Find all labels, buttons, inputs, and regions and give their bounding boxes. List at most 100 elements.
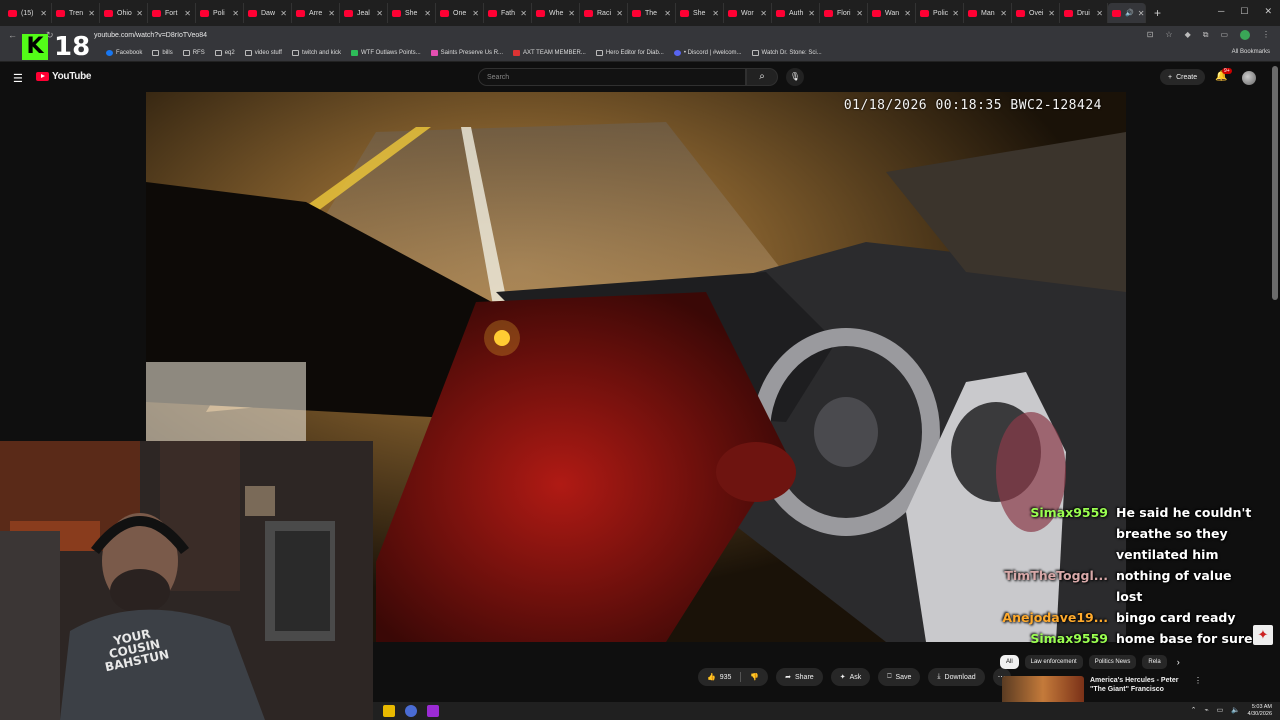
url-field[interactable]: youtube.com/watch?v=D8rIoTVeo84 xyxy=(88,32,207,39)
account-avatar[interactable] xyxy=(1242,71,1256,85)
bookmark-star-icon[interactable]: ☆ xyxy=(1165,30,1172,40)
browser-tab[interactable]: Tren ✕ xyxy=(52,3,100,23)
close-icon[interactable]: ✕ xyxy=(664,9,671,18)
browser-tab[interactable]: Jeal ✕ xyxy=(340,3,388,23)
browser-tab[interactable]: She ✕ xyxy=(676,3,724,23)
close-icon[interactable]: ✕ xyxy=(280,9,287,18)
voice-search-button[interactable]: 🎙 xyxy=(786,68,804,86)
browser-tab[interactable]: Flori ✕ xyxy=(820,3,868,23)
browser-tab[interactable]: Wan ✕ xyxy=(868,3,916,23)
close-icon[interactable]: ✕ xyxy=(856,9,863,18)
bookmark-item[interactable]: AXT TEAM MEMBER... xyxy=(513,49,586,56)
download-button[interactable]: ⤓ Download xyxy=(928,668,985,686)
like-button[interactable]: 👍 935 xyxy=(698,668,740,686)
browser-tab[interactable]: Wor ✕ xyxy=(724,3,772,23)
bookmark-folder[interactable]: eq2 xyxy=(214,49,235,56)
browser-tab[interactable]: Ohio ✕ xyxy=(100,3,148,23)
browser-tab[interactable]: Drui ✕ xyxy=(1060,3,1108,23)
profile-avatar[interactable] xyxy=(1240,30,1250,40)
chevron-up-icon[interactable]: ⌃ xyxy=(1191,706,1197,714)
new-tab-button[interactable]: + xyxy=(1146,6,1169,20)
chip-politics-news[interactable]: Politics News xyxy=(1088,655,1137,669)
bookmark-folder[interactable]: RFS xyxy=(182,49,205,56)
browser-tab-active[interactable]: 🔊 ✕ xyxy=(1108,3,1146,23)
speaker-icon[interactable]: 🔊 xyxy=(1125,9,1134,17)
bookmark-item[interactable]: WTF Outlaws Points... xyxy=(350,49,421,56)
browser-tab[interactable]: Whe ✕ xyxy=(532,3,580,23)
close-icon[interactable]: ✕ xyxy=(88,9,95,18)
close-icon[interactable]: ✕ xyxy=(184,9,191,18)
extension-icon[interactable]: ◆ xyxy=(1185,30,1191,40)
close-icon[interactable]: ✕ xyxy=(1048,9,1055,18)
close-icon[interactable]: ✕ xyxy=(1000,9,1007,18)
browser-tab[interactable]: Ovei ✕ xyxy=(1012,3,1060,23)
close-icon[interactable]: ✕ xyxy=(376,9,383,18)
create-button[interactable]: + Create xyxy=(1160,69,1206,85)
search-input[interactable]: Search xyxy=(478,68,746,86)
close-icon[interactable]: ✕ xyxy=(1096,9,1103,18)
bookmark-item[interactable]: • Discord | #welcom... xyxy=(673,49,742,56)
browser-tab[interactable]: Raci ✕ xyxy=(580,3,628,23)
ask-button[interactable]: ✦ Ask xyxy=(830,668,871,686)
close-icon[interactable]: ✕ xyxy=(520,9,527,18)
bookmark-item[interactable]: Facebook xyxy=(106,49,142,56)
browser-tab[interactable]: Auth ✕ xyxy=(772,3,820,23)
browser-tab[interactable]: She ✕ xyxy=(388,3,436,23)
close-icon[interactable]: ✕ xyxy=(328,9,335,18)
network-icon[interactable]: ⌁ xyxy=(1204,706,1208,714)
youtube-logo[interactable]: YouTube xyxy=(36,71,92,82)
sidebar-icon[interactable]: ▭ xyxy=(1220,30,1228,40)
back-icon[interactable]: ← xyxy=(8,30,17,41)
install-app-icon[interactable]: ⊡ xyxy=(1147,30,1154,40)
save-button[interactable]: ⎕ Save xyxy=(878,668,921,686)
menu-kebab-icon[interactable]: ⋮ xyxy=(1194,676,1202,685)
browser-tab[interactable]: Arre ✕ xyxy=(292,3,340,23)
extensions-puzzle-icon[interactable]: ⧉ xyxy=(1203,30,1209,40)
volume-icon[interactable]: 🔈 xyxy=(1231,706,1240,714)
browser-tab[interactable]: Fath ✕ xyxy=(484,3,532,23)
hamburger-menu-icon[interactable]: ☰ xyxy=(13,72,23,85)
close-icon[interactable]: ✕ xyxy=(424,9,431,18)
chip-all[interactable]: All xyxy=(1000,655,1019,669)
close-icon[interactable]: ✕ xyxy=(40,9,47,18)
close-icon[interactable]: ✕ xyxy=(760,9,767,18)
close-icon[interactable]: ✕ xyxy=(904,9,911,18)
chevron-right-icon[interactable]: › xyxy=(1177,657,1180,667)
bookmark-item[interactable]: Saints Preserve Us R... xyxy=(430,49,503,56)
browser-tab[interactable]: Fort ✕ xyxy=(148,3,196,23)
chip-law-enforcement[interactable]: Law enforcement xyxy=(1024,655,1083,669)
browser-tab[interactable]: Daw ✕ xyxy=(244,3,292,23)
browser-tab[interactable]: Man ✕ xyxy=(964,3,1012,23)
close-icon[interactable]: ✕ xyxy=(808,9,815,18)
maximize-icon[interactable]: ☐ xyxy=(1240,6,1248,17)
all-bookmarks-button[interactable]: All Bookmarks xyxy=(1232,49,1270,55)
browser-tab[interactable]: The ✕ xyxy=(628,3,676,23)
file-explorer-icon[interactable] xyxy=(383,705,395,717)
bookmark-item[interactable]: Hero Editor for Diab... xyxy=(595,49,664,56)
search-button[interactable]: ⌕ xyxy=(746,68,778,86)
close-icon[interactable]: ✕ xyxy=(232,9,239,18)
obs-icon[interactable] xyxy=(427,705,439,717)
close-icon[interactable]: ✕ xyxy=(136,9,143,18)
bookmark-folder[interactable]: video stuff xyxy=(244,49,282,56)
share-button[interactable]: ➦ Share xyxy=(776,668,823,686)
browser-tab[interactable]: Polic ✕ xyxy=(916,3,964,23)
close-icon[interactable]: ✕ xyxy=(712,9,719,18)
close-icon[interactable]: ✕ xyxy=(952,9,959,18)
bookmark-folder[interactable]: bills xyxy=(152,49,173,56)
steam-icon[interactable] xyxy=(405,705,417,717)
minimize-icon[interactable]: ─ xyxy=(1218,6,1224,17)
browser-tab[interactable]: Poli ✕ xyxy=(196,3,244,23)
close-icon[interactable]: ✕ xyxy=(1138,9,1145,18)
close-icon[interactable]: ✕ xyxy=(568,9,575,18)
page-scrollbar[interactable] xyxy=(1272,66,1278,300)
close-window-icon[interactable]: ✕ xyxy=(1264,6,1272,17)
menu-kebab-icon[interactable]: ⋮ xyxy=(1262,30,1270,40)
chip-related[interactable]: Rela xyxy=(1142,655,1167,669)
dislike-button[interactable]: 👎 xyxy=(741,668,768,686)
bookmark-folder[interactable]: twitch and kick xyxy=(291,49,341,56)
browser-tab[interactable]: (15) ✕ xyxy=(4,3,52,23)
close-icon[interactable]: ✕ xyxy=(616,9,623,18)
clock[interactable]: 5:03 AM 4/30/2026 xyxy=(1248,704,1272,718)
browser-tab[interactable]: One ✕ xyxy=(436,3,484,23)
